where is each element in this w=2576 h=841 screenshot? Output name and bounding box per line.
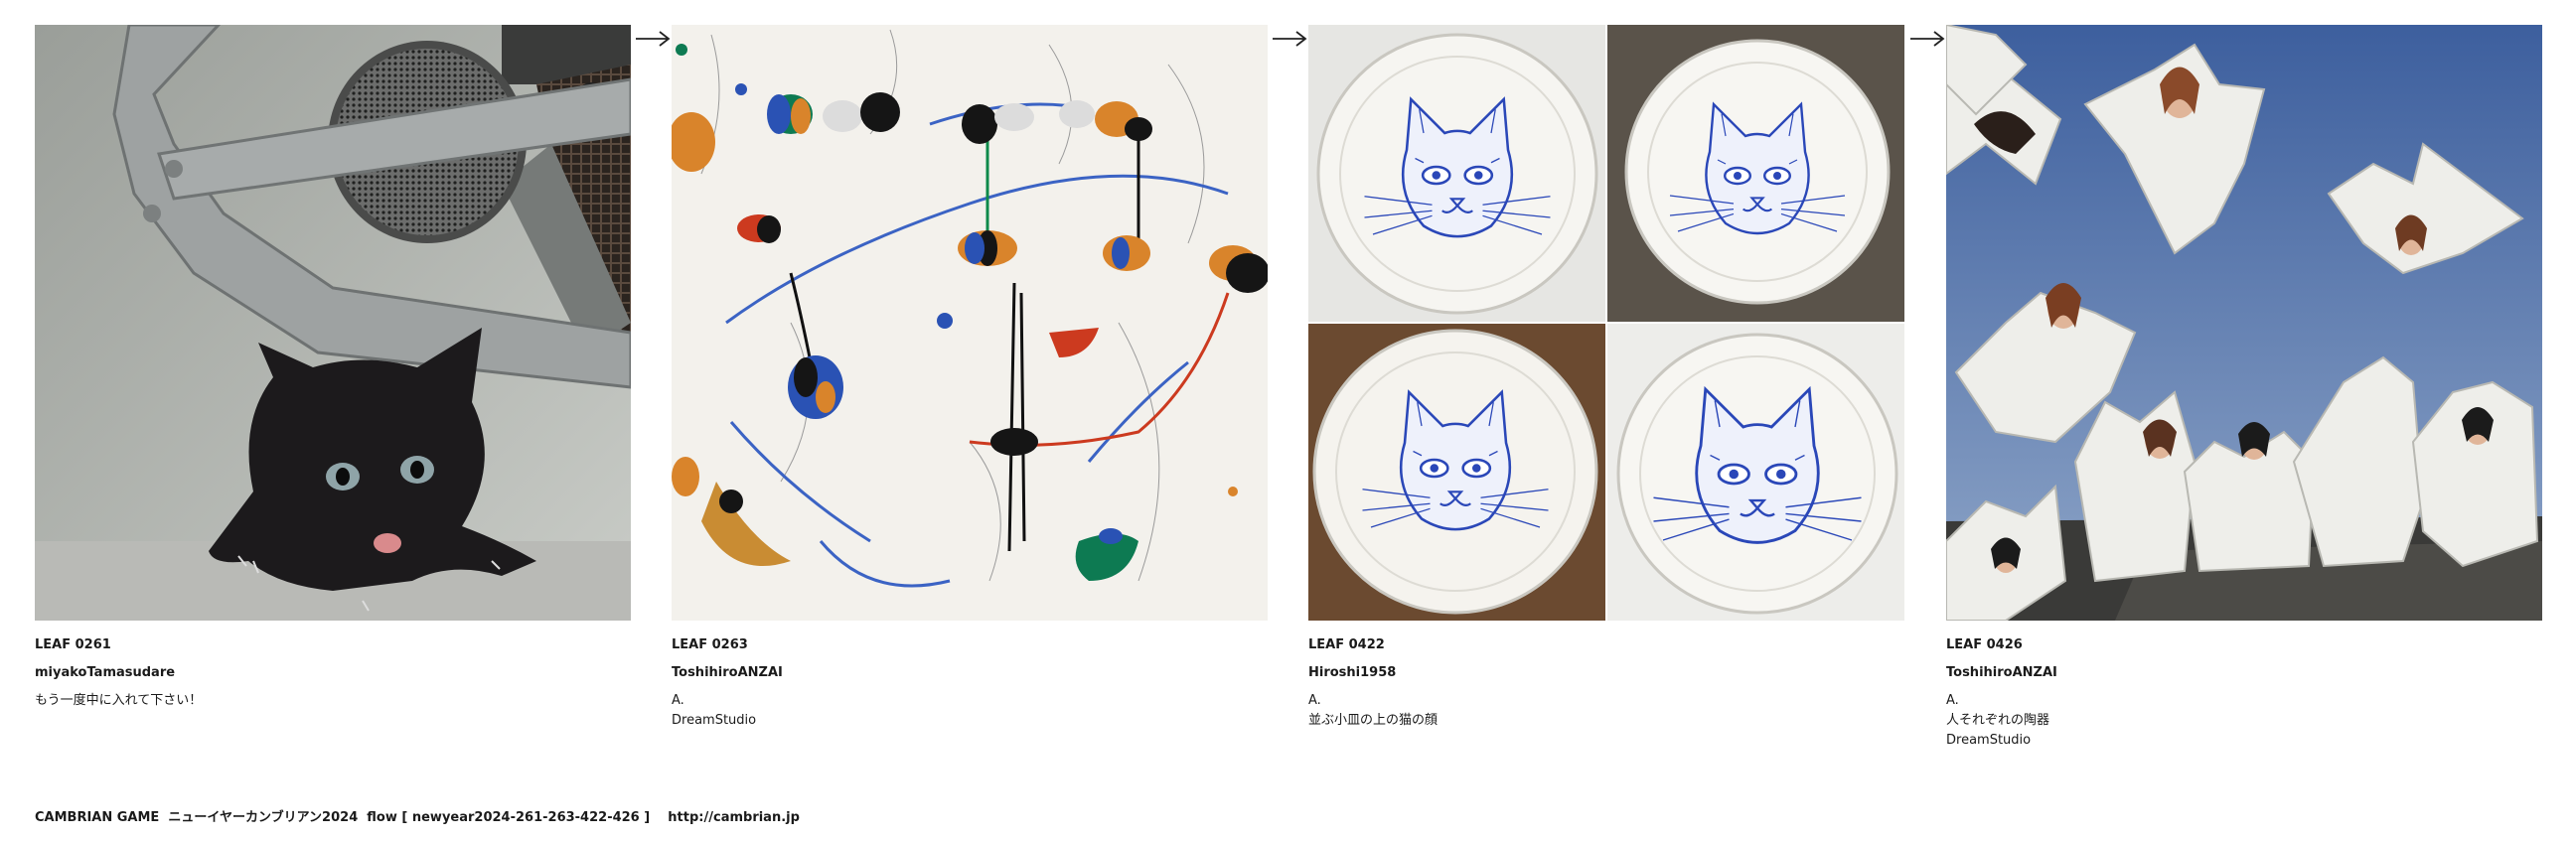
leaf-text-line: A.: [672, 693, 684, 708]
footer-credit[interactable]: CAMBRIAN GAME ニューイヤーカンブリアン2024 flow [ ne…: [35, 806, 800, 825]
leaf-text-line: DreamStudio: [672, 713, 757, 728]
leaf-text-line: A.: [1308, 693, 1321, 708]
leaf-card-0263[interactable]: LEAF 0263 ToshihiroANZAI A. DreamStudio: [672, 25, 1268, 731]
author-name[interactable]: Hiroshi1958: [1308, 659, 1904, 687]
leaf-id: LEAF 0261: [35, 637, 111, 652]
right-arrow-icon: [1909, 28, 1945, 50]
leaf-text-line: 人それぞれの陶器: [1946, 713, 2050, 728]
author-name[interactable]: ToshihiroANZAI: [1946, 659, 2542, 687]
leaf-text-line: もう一度中に入れて下さい！: [35, 693, 203, 708]
leaf-text-line: DreamStudio: [1946, 733, 2032, 748]
right-arrow-icon: [1272, 28, 1307, 50]
leaf-text-line: A.: [1946, 693, 1959, 708]
leaf-text-line: 並ぶ小皿の上の猫の顔: [1308, 713, 1439, 728]
leaf-card-0261[interactable]: LEAF 0261 miyakoTamasudare もう一度中に入れて下さい！: [35, 25, 631, 715]
leaf-card-0426[interactable]: LEAF 0426 ToshihiroANZAI A. 人それぞれの陶器 Dre…: [1946, 25, 2542, 751]
kitten-image[interactable]: [35, 25, 631, 621]
leaf-id: LEAF 0426: [1946, 637, 2023, 652]
leaf-card-0422[interactable]: LEAF 0422 Hiroshi1958 A. 並ぶ小皿の上の猫の顔: [1308, 25, 1904, 731]
porcelain-vessels-image[interactable]: [1946, 25, 2542, 621]
cat-plates-image[interactable]: [1308, 25, 1904, 621]
leaf-id: LEAF 0422: [1308, 637, 1385, 652]
right-arrow-icon: [635, 28, 671, 50]
author-name[interactable]: miyakoTamasudare: [35, 659, 631, 687]
author-name[interactable]: ToshihiroANZAI: [672, 659, 1268, 687]
abstract-painting-image[interactable]: [672, 25, 1268, 621]
leaf-id: LEAF 0263: [672, 637, 748, 652]
